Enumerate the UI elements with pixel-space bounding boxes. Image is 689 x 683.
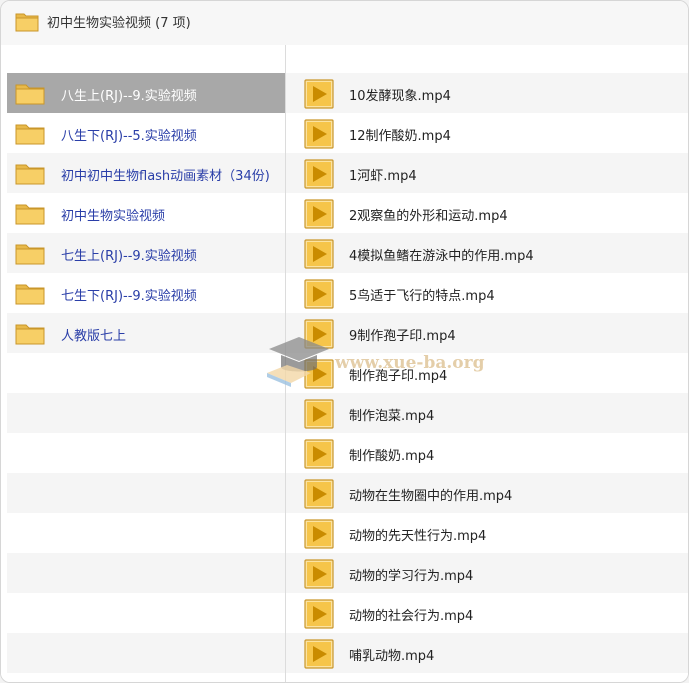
video-file-icon: [304, 239, 334, 273]
file-name: 5鸟适于飞行的特点.mp4: [349, 289, 495, 304]
video-file-icon: [304, 559, 334, 593]
folder-icon: [15, 243, 45, 269]
folder-icon: [15, 83, 45, 109]
file-item[interactable]: 制作酸奶.mp4: [286, 433, 688, 473]
video-file-icon: [304, 519, 334, 553]
video-file-icon: [304, 119, 334, 153]
file-name: 9制作孢子印.mp4: [349, 329, 456, 344]
file-browser-window: 初中生物实验视频 (7 项) 八生上(RJ)--9.实验视频 八生下(RJ)--5…: [0, 0, 689, 683]
empty-row: [7, 633, 285, 673]
file-item[interactable]: 2观察鱼的外形和运动.mp4: [286, 193, 688, 233]
file-item[interactable]: 制作泡菜.mp4: [286, 393, 688, 433]
empty-row: [7, 433, 285, 473]
sidebar-item-label: 八生下(RJ)--5.实验视频: [61, 129, 197, 144]
video-file-icon: [304, 199, 334, 233]
sidebar-item-label: 八生上(RJ)--9.实验视频: [61, 89, 197, 104]
file-name: 制作酸奶.mp4: [349, 449, 435, 464]
title-bar: 初中生物实验视频 (7 项): [1, 1, 688, 46]
empty-row: [7, 393, 285, 433]
sidebar-item-label: 七生上(RJ)--9.实验视频: [61, 249, 197, 264]
empty-row: [7, 673, 285, 682]
video-file-icon: [304, 599, 334, 633]
file-item[interactable]: 动物的学习行为.mp4: [286, 553, 688, 593]
window-title: 初中生物实验视频 (7 项): [47, 16, 191, 31]
sidebar-item[interactable]: 人教版七上: [7, 313, 285, 353]
file-name: 哺乳动物.mp4: [349, 649, 435, 664]
file-name: 动物的社会行为.mp4: [349, 609, 474, 624]
folder-icon: [15, 203, 45, 229]
file-name: 1河虾.mp4: [349, 169, 417, 184]
video-file-icon: [304, 439, 334, 473]
video-file-icon: [304, 359, 334, 393]
empty-row: [7, 593, 285, 633]
video-file-icon: [304, 159, 334, 193]
video-file-icon: [304, 279, 334, 313]
sidebar-item[interactable]: 八生下(RJ)--5.实验视频: [7, 113, 285, 153]
sidebar-item[interactable]: 初中生物实验视频: [7, 193, 285, 233]
file-item[interactable]: 动物的社会行为.mp4: [286, 593, 688, 633]
empty-row: [7, 553, 285, 593]
video-file-icon: [304, 319, 334, 353]
file-item[interactable]: 9制作孢子印.mp4: [286, 313, 688, 353]
folder-icon: [15, 283, 45, 309]
file-name: 4模拟鱼鳍在游泳中的作用.mp4: [349, 249, 534, 264]
video-file-icon: [304, 79, 334, 113]
sidebar-item-label: 七生下(RJ)--9.实验视频: [61, 289, 197, 304]
file-item[interactable]: 12制作酸奶.mp4: [286, 113, 688, 153]
sidebar-item[interactable]: 八生上(RJ)--9.实验视频: [7, 73, 285, 113]
file-list: 10发酵现象.mp4 12制作酸奶.mp4 1河虾.mp4 2观察鱼的外形和运动.mp…: [286, 45, 688, 682]
empty-row: [7, 513, 285, 553]
video-file-icon: [304, 479, 334, 513]
sidebar-item-label: 初中初中生物flash动画素材（34份): [61, 169, 270, 184]
empty-row: [7, 353, 285, 393]
file-name: 动物在生物圈中的作用.mp4: [349, 489, 513, 504]
file-name: 动物的学习行为.mp4: [349, 569, 474, 584]
video-file-icon: [304, 639, 334, 673]
file-item[interactable]: 1河虾.mp4: [286, 153, 688, 193]
folder-list: 八生上(RJ)--9.实验视频 八生下(RJ)--5.实验视频初中初中生物flas…: [1, 45, 285, 682]
sidebar-item[interactable]: 初中初中生物flash动画素材（34份): [7, 153, 285, 193]
sidebar-item[interactable]: 七生上(RJ)--9.实验视频: [7, 233, 285, 273]
file-item[interactable]: 动物在生物圈中的作用.mp4: [286, 473, 688, 513]
file-name: 2观察鱼的外形和运动.mp4: [349, 209, 508, 224]
file-item[interactable]: 动物的先天性行为.mp4: [286, 513, 688, 553]
file-item[interactable]: 10发酵现象.mp4: [286, 73, 688, 113]
folder-icon: [15, 10, 39, 36]
file-item[interactable]: 哺乳动物.mp4: [286, 633, 688, 673]
empty-row: [7, 473, 285, 513]
file-item[interactable]: 制作孢子印.mp4: [286, 353, 688, 393]
file-name: 动物的先天性行为.mp4: [349, 529, 487, 544]
sidebar-item[interactable]: 七生下(RJ)--9.实验视频: [7, 273, 285, 313]
file-item[interactable]: 4模拟鱼鳍在游泳中的作用.mp4: [286, 233, 688, 273]
file-name: 制作孢子印.mp4: [349, 369, 448, 384]
video-file-icon: [304, 399, 334, 433]
sidebar-item-label: 人教版七上: [61, 329, 127, 344]
sidebar-item-label: 初中生物实验视频: [61, 209, 166, 224]
file-name: 10发酵现象.mp4: [349, 89, 451, 104]
file-name: 制作泡菜.mp4: [349, 409, 435, 424]
folder-icon: [15, 323, 45, 349]
file-name: 12制作酸奶.mp4: [349, 129, 451, 144]
folder-icon: [15, 123, 45, 149]
folder-icon: [15, 163, 45, 189]
file-item[interactable]: 5鸟适于飞行的特点.mp4: [286, 273, 688, 313]
